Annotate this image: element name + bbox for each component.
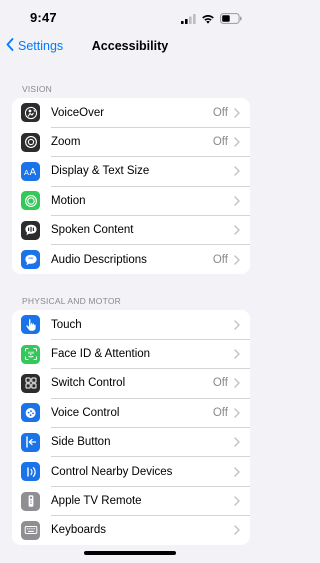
wifi-icon — [201, 11, 215, 29]
row-display-text-size[interactable]: AA Display & Text Size — [12, 157, 250, 187]
row-control-nearby-devices[interactable]: Control Nearby Devices — [12, 457, 250, 487]
audio-descriptions-icon: "" — [21, 250, 40, 270]
status-icons — [181, 11, 242, 29]
chevron-right-icon — [234, 225, 240, 235]
motion-icon — [21, 191, 40, 211]
row-value: Off — [212, 253, 228, 266]
row-label: Control Nearby Devices — [51, 465, 173, 478]
chevron-right-icon — [234, 408, 240, 418]
chevron-right-icon — [234, 254, 240, 265]
voice-control-icon — [21, 403, 40, 423]
row-zoom[interactable]: Zoom Off — [12, 127, 250, 157]
home-indicator[interactable] — [84, 551, 176, 555]
zoom-icon — [21, 132, 40, 152]
row-audio-descriptions[interactable]: "" Audio Descriptions Off — [12, 245, 250, 274]
text-size-icon: AA — [21, 161, 40, 181]
row-label: Face ID & Attention — [51, 348, 151, 361]
row-apple-tv-remote[interactable]: Apple TV Remote — [12, 486, 250, 516]
row-label: Audio Descriptions — [51, 253, 147, 266]
page-title: Accessibility — [91, 39, 169, 53]
chevron-right-icon — [234, 319, 240, 330]
voiceover-icon — [21, 103, 40, 123]
row-label: Spoken Content — [51, 224, 134, 237]
chevron-right-icon — [234, 378, 240, 389]
navigation-bar: Settings Accessibility — [0, 34, 260, 60]
row-touch[interactable]: Touch — [12, 310, 250, 340]
row-switch-control[interactable]: Switch Control Off — [12, 369, 250, 399]
touch-icon — [21, 315, 40, 335]
row-label: Motion — [51, 194, 86, 207]
svg-text:A: A — [29, 167, 36, 176]
settings-group-physical-motor: Touch Face ID & Attention Switch Control… — [12, 310, 250, 546]
chevron-right-icon — [234, 496, 240, 506]
row-label: Keyboards — [51, 524, 106, 537]
row-label: Zoom — [51, 136, 81, 149]
svg-text:"": "" — [28, 257, 34, 263]
svg-text:A: A — [24, 168, 29, 176]
row-voiceover[interactable]: VoiceOver Off — [12, 98, 250, 128]
side-button-icon — [21, 432, 40, 452]
row-motion[interactable]: Motion — [12, 186, 250, 216]
section-header-vision: VISION — [22, 84, 53, 94]
tv-remote-icon — [21, 491, 40, 511]
keyboard-icon — [21, 520, 40, 540]
chevron-right-icon — [234, 166, 240, 177]
switch-control-icon — [21, 373, 40, 393]
row-voice-control[interactable]: Voice Control Off — [12, 398, 250, 428]
chevron-right-icon — [234, 196, 240, 206]
status-time: 9:47 — [30, 10, 57, 25]
row-value: Off — [212, 106, 228, 119]
row-value: Off — [212, 406, 228, 419]
row-label: Side Button — [51, 436, 111, 449]
row-side-button[interactable]: Side Button — [12, 428, 250, 457]
cellular-signal-icon — [181, 11, 196, 29]
row-label: Display & Text Size — [51, 165, 150, 178]
row-label: VoiceOver — [51, 106, 105, 119]
row-value: Off — [212, 136, 228, 149]
row-keyboards[interactable]: Keyboards — [12, 516, 250, 545]
row-face-id-attention[interactable]: Face ID & Attention — [12, 339, 250, 369]
section-header-physical-motor: PHYSICAL AND MOTOR — [22, 296, 122, 306]
chevron-right-icon — [234, 349, 240, 359]
status-bar: 9:47 — [0, 0, 260, 34]
battery-icon — [220, 11, 242, 29]
chevron-right-icon — [234, 466, 240, 477]
face-id-icon — [21, 344, 40, 364]
chevron-right-icon — [234, 437, 240, 447]
settings-group-vision: VoiceOver Off Zoom Off AA Display & Text… — [12, 98, 250, 275]
chevron-right-icon — [234, 525, 240, 536]
nearby-devices-icon — [21, 462, 40, 482]
row-label: Switch Control — [51, 377, 126, 390]
row-spoken-content[interactable]: Spoken Content — [12, 216, 250, 245]
row-label: Touch — [51, 318, 82, 331]
chevron-right-icon — [234, 107, 240, 118]
row-label: Voice Control — [51, 406, 120, 419]
spoken-content-icon — [21, 220, 40, 240]
chevron-right-icon — [234, 137, 240, 147]
row-label: Apple TV Remote — [51, 495, 142, 508]
row-value: Off — [212, 377, 228, 390]
